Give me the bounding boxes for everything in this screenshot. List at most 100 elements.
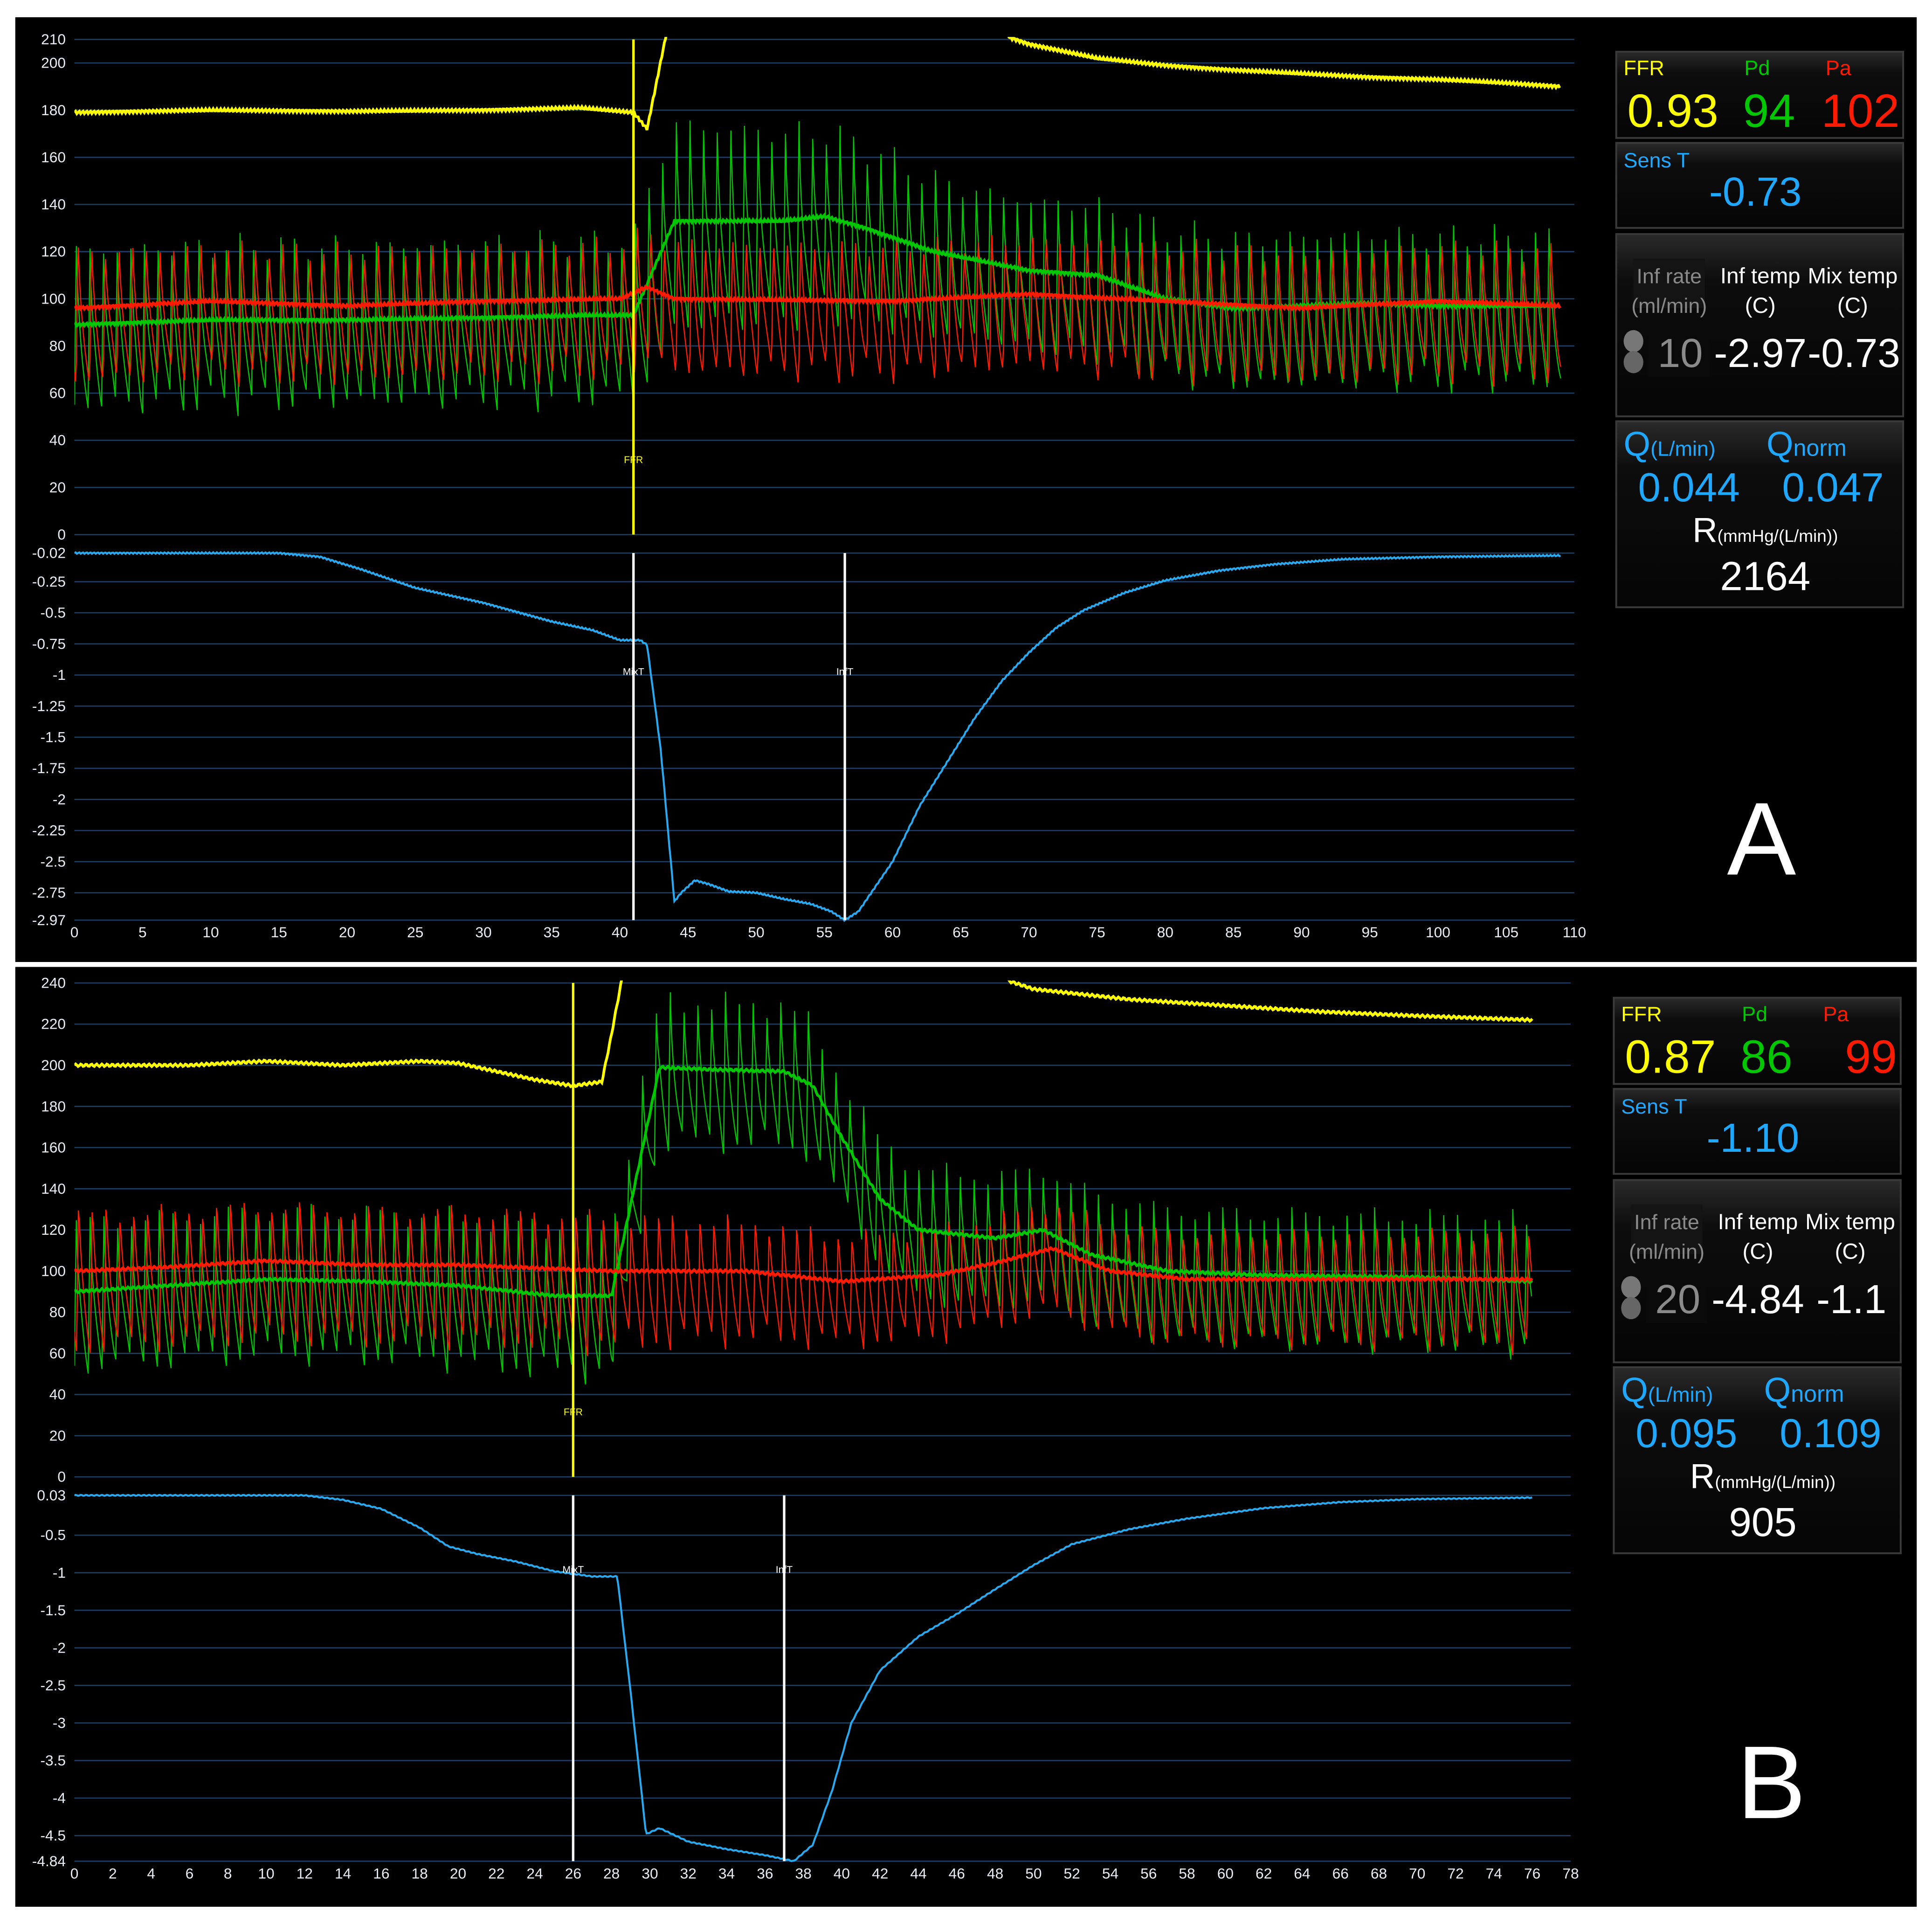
y-tick-label: 210: [41, 31, 66, 48]
marker-label: FFR: [624, 455, 643, 465]
y-tick-label: 80: [49, 337, 66, 354]
ffr-value: 0.93: [1628, 85, 1718, 137]
readout-panel-a: FFR Pd Pa 0.93 94 102 Sens T -0.73 Inf rate (ml/m…: [1615, 50, 1904, 609]
stepper-up-icon[interactable]: [1621, 1276, 1641, 1299]
mix-temp-label: Mix temp: [1808, 264, 1898, 289]
panel-letter-b: B: [1737, 1725, 1806, 1841]
x-tick-label: 85: [1225, 924, 1242, 941]
x-tick-label: 55: [816, 924, 833, 941]
x-tick-label: 15: [271, 924, 287, 941]
inf-rate-unit: (ml/min): [1629, 1240, 1704, 1264]
y-tick-label: 160: [41, 149, 66, 166]
inf-temp-value: -2.97: [1714, 331, 1807, 376]
y-tick-label: -3.5: [40, 1752, 66, 1769]
x-tick-label: 56: [1140, 1865, 1157, 1882]
y-tick-label: -0.5: [40, 1527, 66, 1543]
x-tick-label: 58: [1179, 1865, 1195, 1882]
panel-letter-a: A: [1727, 781, 1796, 897]
x-tick-label: 75: [1089, 924, 1105, 941]
inf-rate-value: 10: [1658, 331, 1703, 376]
r-value: 905: [1729, 1500, 1796, 1545]
y-tick-label: 60: [49, 1345, 66, 1362]
x-tick-label: 24: [526, 1865, 543, 1882]
y-tick-label: 20: [49, 1427, 66, 1444]
sens-temp-label: Sens T: [1621, 1094, 1687, 1118]
y-tick-label: -2.5: [40, 1677, 66, 1694]
pd-value: 94: [1743, 85, 1795, 137]
x-tick-label: 44: [910, 1865, 926, 1882]
x-tick-label: 50: [748, 924, 764, 941]
q-symbol: Q: [1624, 424, 1651, 463]
inf-temp-unit: (C): [1745, 293, 1776, 318]
x-tick-label: 2: [109, 1865, 117, 1882]
marker-label: MixT: [562, 1564, 584, 1575]
y-tick-label: 100: [41, 290, 66, 307]
y-tick-label: -1: [53, 1564, 66, 1581]
y-tick-label: -2: [53, 791, 66, 808]
x-tick-label: 40: [612, 924, 628, 941]
y-tick-label: 220: [41, 1016, 66, 1032]
r-unit: (mmHg/(L/min)): [1715, 1473, 1835, 1492]
y-tick-label: 120: [41, 243, 66, 260]
x-tick-label: 50: [1025, 1865, 1042, 1882]
ffr-value: 0.87: [1625, 1031, 1716, 1083]
mix-temp-value: -1.1: [1816, 1277, 1886, 1322]
x-tick-label: 0: [70, 924, 79, 941]
r-value: 2164: [1720, 554, 1810, 599]
stepper-up-icon[interactable]: [1623, 330, 1643, 353]
qnorm-sub: norm: [1793, 435, 1846, 461]
inf-temp-label: Inf temp: [1718, 1210, 1798, 1234]
x-tick-label: 18: [412, 1865, 428, 1882]
inf-temp-label: Inf temp: [1720, 264, 1801, 289]
y-tick-label: -0.25: [32, 573, 66, 590]
pd-value: 86: [1740, 1031, 1793, 1083]
stepper-down-icon[interactable]: [1621, 1297, 1641, 1320]
y-tick-label: 100: [41, 1262, 66, 1279]
inf-temp-value: -4.84: [1711, 1277, 1804, 1322]
x-tick-label: 26: [565, 1865, 581, 1882]
y-tick-label: 180: [41, 1098, 66, 1114]
r-symbol: R: [1690, 1457, 1715, 1495]
y-tick-label: -1.25: [32, 698, 66, 714]
x-tick-label: 110: [1563, 924, 1587, 941]
y-tick-label: -2.25: [32, 822, 66, 839]
y-tick-label: -0.02: [32, 545, 66, 561]
inf-temp-unit: (C): [1742, 1239, 1773, 1264]
x-tick-label: 100: [1426, 924, 1450, 941]
figure: 210200180160140120100806040200FFR-0.02-0…: [15, 17, 1917, 1907]
x-tick-label: 12: [297, 1865, 313, 1882]
y-tick-label: -4.5: [40, 1827, 66, 1844]
y-tick-label: 40: [49, 432, 66, 449]
marker-label: FFR: [564, 1407, 583, 1418]
x-tick-label: 20: [339, 924, 355, 941]
x-tick-label: 4: [147, 1865, 155, 1882]
q-value: 0.095: [1635, 1411, 1737, 1456]
inf-rate-value: 20: [1655, 1277, 1700, 1322]
y-tick-label: 60: [49, 385, 66, 401]
mix-temp-value: -0.73: [1808, 331, 1900, 376]
x-tick-label: 60: [884, 924, 901, 941]
q-symbol: Q: [1621, 1370, 1648, 1409]
y-tick-label: 0: [57, 526, 66, 543]
x-tick-label: 52: [1064, 1865, 1080, 1882]
x-tick-label: 6: [186, 1865, 194, 1882]
x-tick-label: 25: [407, 924, 423, 941]
x-tick-label: 68: [1371, 1865, 1387, 1882]
marker-label: InfT: [836, 667, 853, 678]
sens-temp-label: Sens T: [1624, 148, 1690, 172]
ffr-label: FFR: [1624, 56, 1664, 80]
y-tick-label: 0.03: [37, 1487, 66, 1503]
x-tick-label: 34: [718, 1865, 735, 1882]
y-tick-label: 200: [41, 1057, 66, 1073]
x-tick-label: 70: [1409, 1865, 1425, 1882]
mix-temp-label: Mix temp: [1805, 1210, 1895, 1234]
x-tick-label: 28: [603, 1865, 620, 1882]
sens-temp-value: -1.10: [1707, 1115, 1800, 1161]
x-tick-label: 74: [1486, 1865, 1502, 1882]
stepper-down-icon[interactable]: [1623, 351, 1643, 374]
y-tick-label: -4.84: [32, 1853, 66, 1869]
y-tick-label: 80: [49, 1304, 66, 1321]
x-tick-label: 22: [488, 1865, 504, 1882]
qnorm-value: 0.047: [1782, 465, 1884, 510]
y-tick-label: 140: [41, 1180, 66, 1197]
